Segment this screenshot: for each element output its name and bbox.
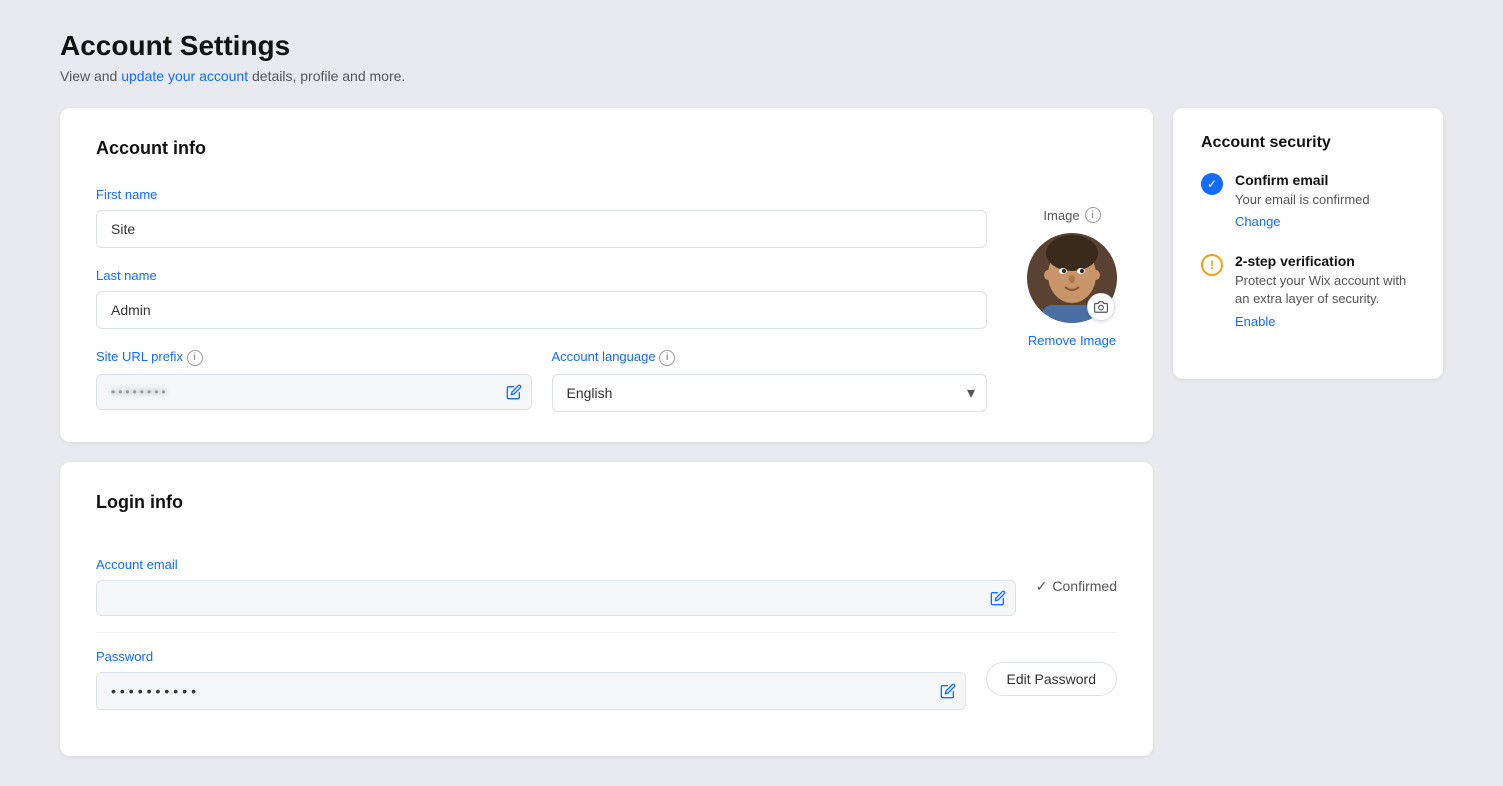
site-url-label: Site URL prefix i — [96, 349, 532, 366]
pencil-icon — [506, 384, 522, 400]
page-subtitle: View and update your account details, pr… — [60, 68, 1443, 84]
confirm-email-content: Confirm email Your email is confirmed Ch… — [1235, 172, 1370, 231]
confirmed-label: Confirmed — [1052, 578, 1117, 594]
password-edit-icon-button[interactable] — [940, 683, 956, 699]
first-name-group: First name — [96, 187, 987, 248]
account-security-sidebar: Account security ✓ Confirm email Your em… — [1173, 108, 1443, 379]
confirm-email-item: ✓ Confirm email Your email is confirmed … — [1201, 172, 1415, 231]
avatar-section: Image i — [1027, 187, 1117, 412]
camera-icon — [1094, 300, 1108, 314]
subtitle-link[interactable]: update your account — [121, 68, 248, 84]
site-url-group: Site URL prefix i — [96, 349, 532, 412]
account-info-title: Account info — [96, 138, 1117, 159]
password-label: Password — [96, 649, 966, 664]
two-step-item: ! 2-step verification Protect your Wix a… — [1201, 253, 1415, 330]
account-email-label: Account email — [96, 557, 1016, 572]
language-info-icon: i — [659, 350, 675, 366]
account-email-input[interactable] — [96, 580, 1016, 616]
page-title: Account Settings — [60, 30, 1443, 62]
edit-password-button[interactable]: Edit Password — [986, 662, 1117, 696]
last-name-input[interactable] — [96, 291, 987, 329]
two-step-title: 2-step verification — [1235, 253, 1415, 269]
pencil-icon-email — [990, 590, 1006, 606]
confirm-email-icon: ✓ — [1201, 173, 1223, 195]
confirm-email-change-link[interactable]: Change — [1235, 214, 1281, 229]
account-email-edit-button[interactable] — [990, 590, 1006, 606]
two-step-content: 2-step verification Protect your Wix acc… — [1235, 253, 1415, 330]
last-name-label: Last name — [96, 268, 987, 283]
confirmed-badge: ✓ Confirmed — [1036, 578, 1117, 595]
check-icon: ✓ — [1036, 578, 1048, 595]
account-language-label: Account language i — [552, 349, 988, 366]
login-info-card: Login info Account email ✓ Confirmed — [60, 462, 1153, 756]
remove-image-button[interactable]: Remove Image — [1028, 333, 1116, 348]
password-row: Password Edit Password — [96, 633, 1117, 726]
security-card: Account security ✓ Confirm email Your em… — [1173, 108, 1443, 379]
first-name-input[interactable] — [96, 210, 987, 248]
last-name-group: Last name — [96, 268, 987, 329]
two-step-enable-link[interactable]: Enable — [1235, 314, 1275, 329]
site-url-input[interactable] — [96, 374, 532, 410]
account-language-group: Account language i English Español Franç… — [552, 349, 988, 412]
site-url-edit-button[interactable] — [506, 384, 522, 400]
avatar-wrap — [1027, 233, 1117, 323]
image-info-icon: i — [1085, 207, 1101, 223]
pencil-icon-password — [940, 683, 956, 699]
password-input[interactable] — [96, 672, 966, 710]
confirm-email-desc: Your email is confirmed — [1235, 191, 1370, 209]
image-label: Image — [1043, 208, 1079, 223]
two-step-desc: Protect your Wix account with an extra l… — [1235, 272, 1415, 308]
account-info-card: Account info First name Last name — [60, 108, 1153, 442]
first-name-label: First name — [96, 187, 987, 202]
two-step-icon: ! — [1201, 254, 1223, 276]
camera-button[interactable] — [1087, 293, 1115, 321]
security-title: Account security — [1201, 134, 1415, 152]
site-url-info-icon: i — [187, 350, 203, 366]
account-language-select[interactable]: English Español Français Deutsch Italian… — [552, 374, 988, 412]
account-email-row: Account email ✓ Confirmed — [96, 541, 1117, 633]
confirm-email-title: Confirm email — [1235, 172, 1370, 188]
login-info-title: Login info — [96, 492, 1117, 513]
